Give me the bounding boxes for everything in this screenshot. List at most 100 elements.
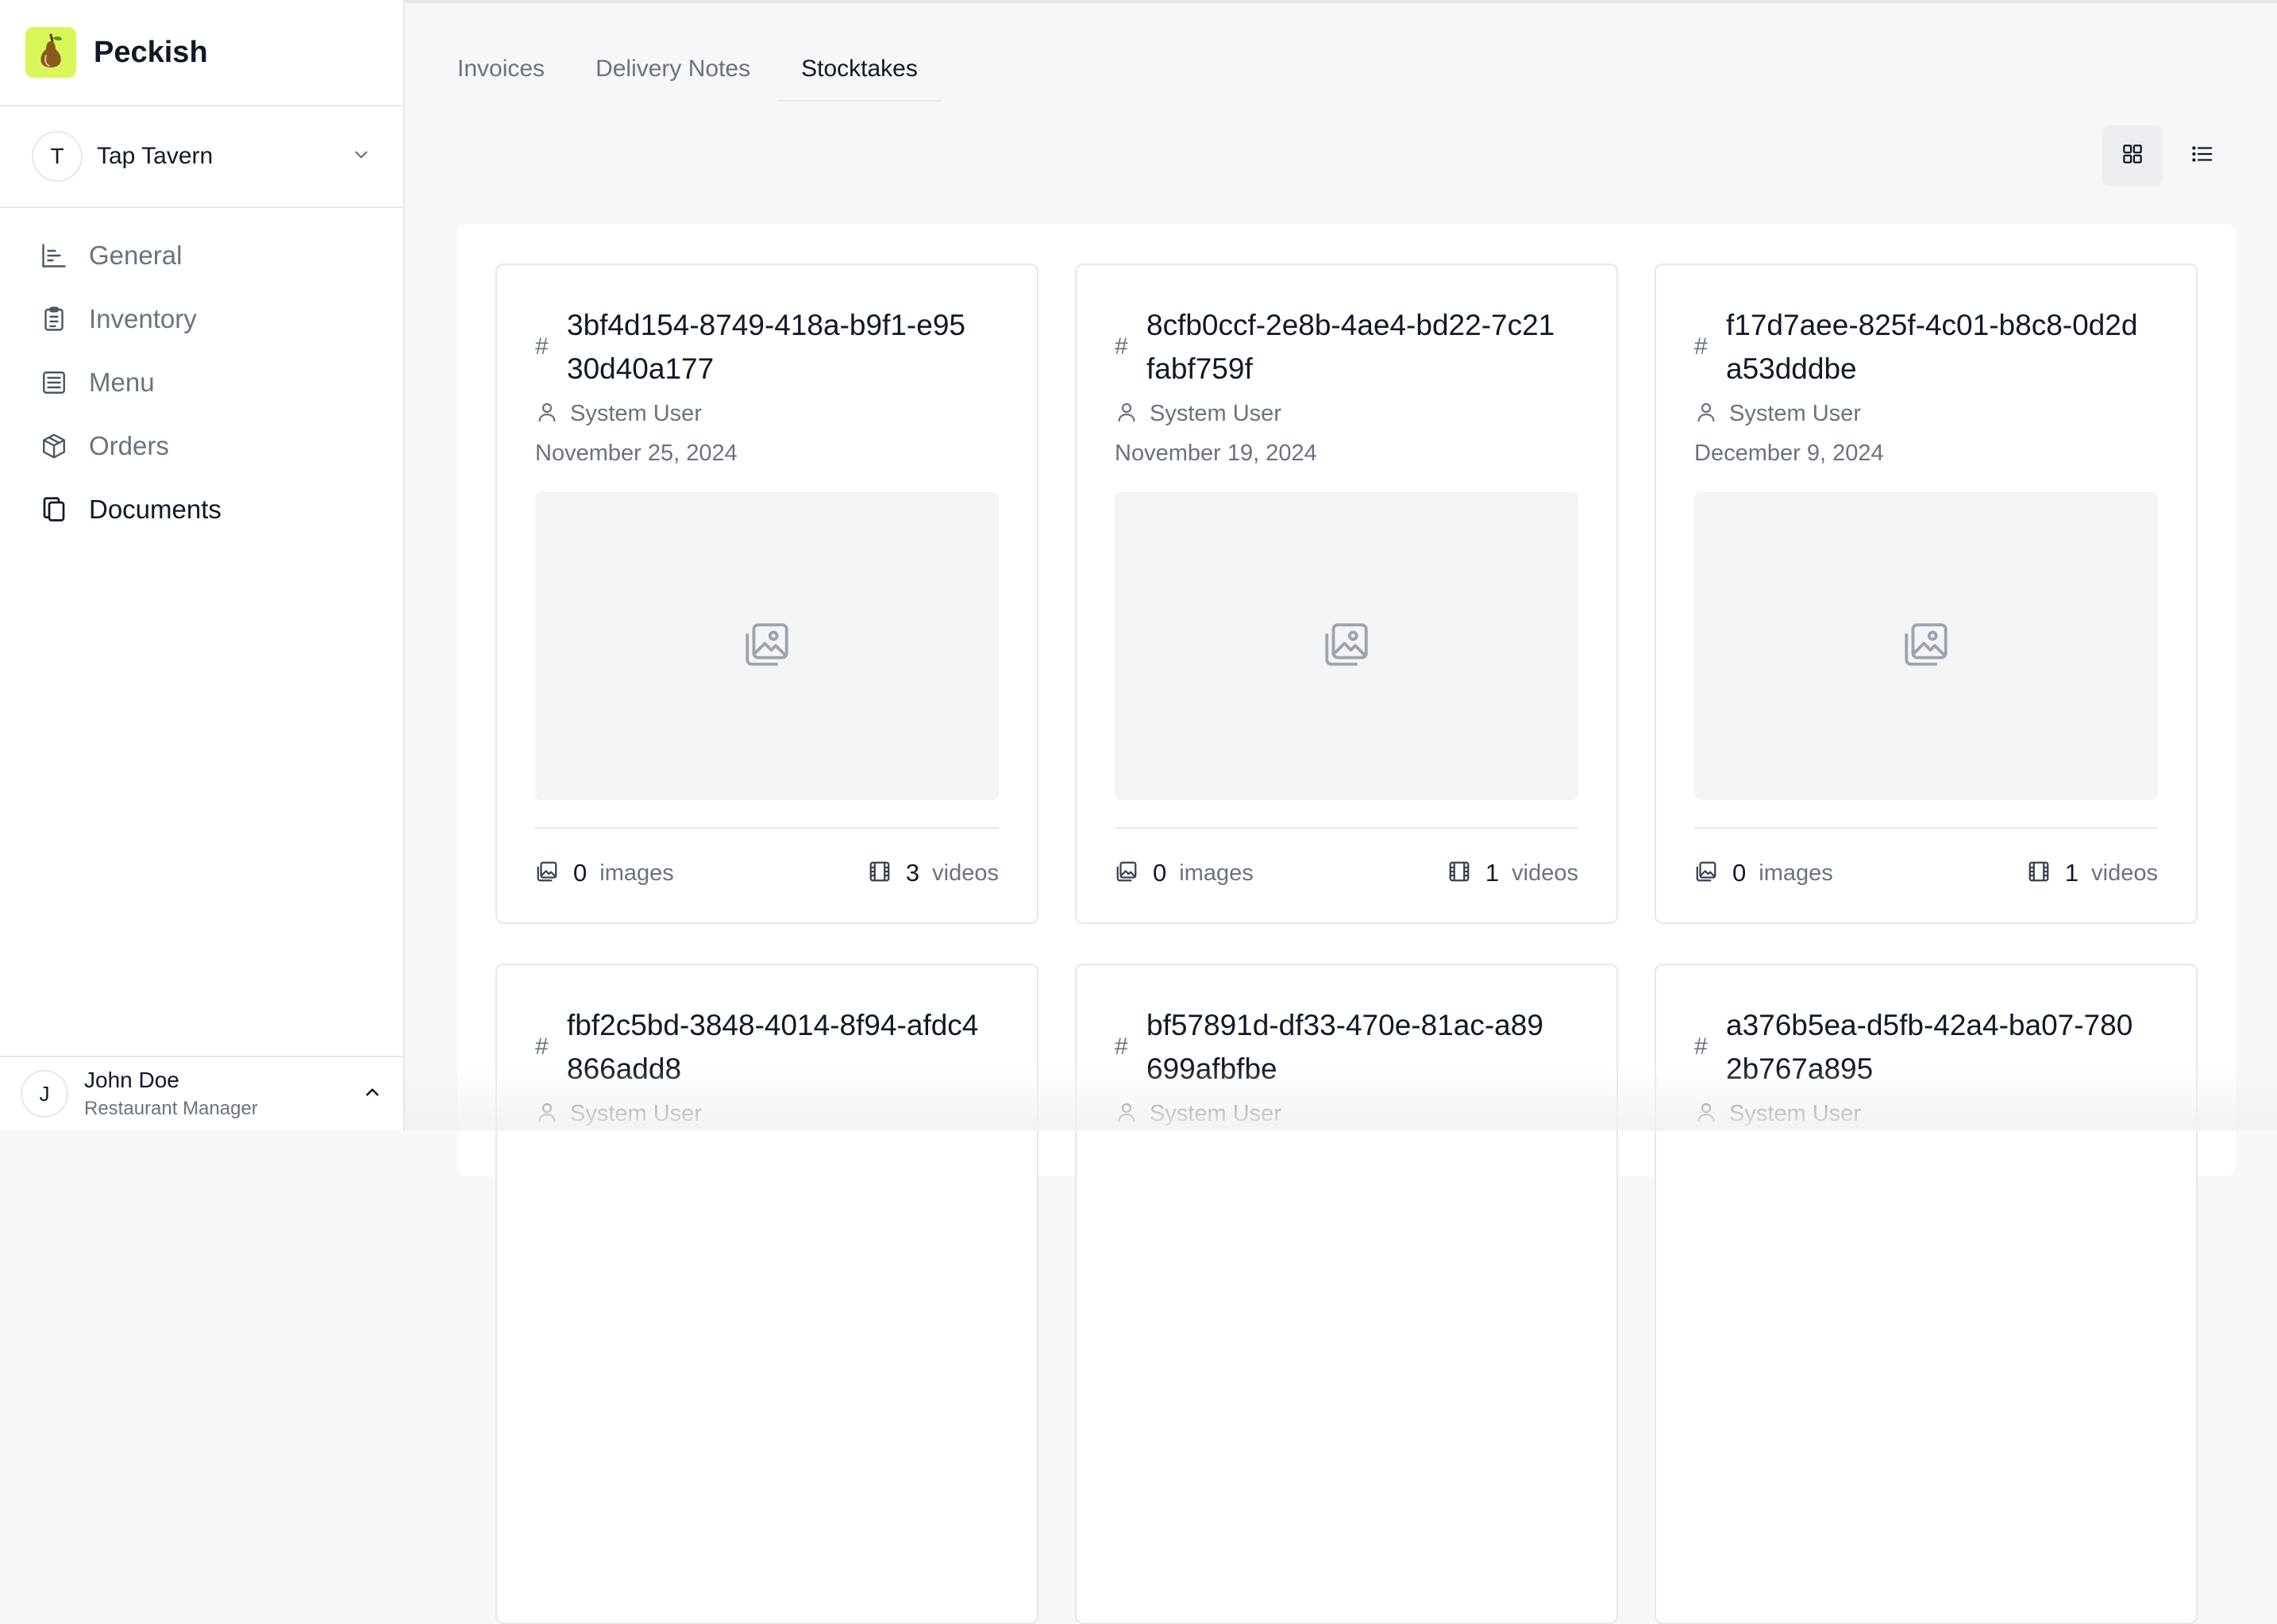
videos-label: videos bbox=[1512, 860, 1578, 886]
hash-icon: # bbox=[1694, 1033, 1708, 1060]
created-by: System User bbox=[570, 401, 702, 426]
stocktake-card[interactable]: # f17d7aee-825f-4c01-b8c8-0d2da53dddbe S… bbox=[1655, 264, 2198, 924]
images-count: 0 bbox=[1153, 859, 1167, 887]
stocktake-id: f17d7aee-825f-4c01-b8c8-0d2da53dddbe bbox=[1726, 309, 2138, 385]
images-stat: 0 images bbox=[535, 859, 674, 887]
hash-icon: # bbox=[535, 333, 549, 360]
sidebar-item-label: Documents bbox=[89, 495, 222, 524]
org-switcher[interactable]: T Tap Tavern bbox=[0, 106, 403, 208]
app-name: Peckish bbox=[94, 35, 208, 69]
film-icon bbox=[2027, 860, 2051, 887]
videos-stat: 1 videos bbox=[1447, 859, 1578, 887]
stocktake-id: a376b5ea-d5fb-42a4-ba07-7802b767a895 bbox=[1726, 1009, 2133, 1085]
image-placeholder-icon bbox=[1900, 618, 1952, 675]
view-toggle bbox=[2102, 125, 2233, 186]
chevron-down-icon bbox=[351, 144, 372, 169]
sidebar-nav: General Inventory Menu Orders Documents bbox=[0, 208, 403, 541]
tab-stocktakes[interactable]: Stocktakes bbox=[777, 56, 942, 102]
user-icon bbox=[1115, 400, 1138, 428]
stocktake-id: 3bf4d154-8749-418a-b9f1-e9530d40a177 bbox=[567, 309, 965, 385]
document-tabs: Invoices Delivery Notes Stocktakes bbox=[457, 56, 992, 102]
images-icon bbox=[1115, 860, 1138, 887]
image-placeholder-icon bbox=[1320, 618, 1373, 675]
sidebar-item-label: Menu bbox=[89, 368, 155, 397]
image-placeholder-icon bbox=[741, 618, 793, 675]
images-label: images bbox=[599, 860, 674, 886]
created-by: System User bbox=[1729, 1101, 1861, 1126]
film-icon bbox=[868, 860, 892, 887]
top-divider bbox=[405, 0, 2277, 3]
stocktake-id: fbf2c5bd-3848-4014-8f94-afdc4866add8 bbox=[567, 1009, 979, 1085]
hash-icon: # bbox=[1115, 333, 1128, 360]
videos-count: 1 bbox=[2064, 859, 2079, 887]
hash-icon: # bbox=[1115, 1033, 1128, 1060]
user-avatar: J bbox=[21, 1070, 68, 1118]
stocktake-date: December 9, 2024 bbox=[1694, 441, 1884, 466]
created-by: System User bbox=[1150, 401, 1281, 426]
list-icon bbox=[38, 367, 70, 398]
sidebar-item-general[interactable]: General bbox=[0, 224, 403, 287]
hash-icon: # bbox=[535, 1033, 549, 1060]
grid-icon bbox=[2121, 142, 2144, 170]
videos-label: videos bbox=[2091, 860, 2158, 886]
box-icon bbox=[38, 430, 70, 462]
org-avatar: T bbox=[32, 131, 83, 182]
list-view-button[interactable] bbox=[2172, 125, 2233, 186]
org-name: Tap Tavern bbox=[97, 143, 214, 169]
images-stat: 0 images bbox=[1115, 859, 1254, 887]
images-count: 0 bbox=[1732, 859, 1747, 887]
sidebar: Peckish T Tap Tavern General Inventory M… bbox=[0, 0, 405, 1130]
sidebar-item-documents[interactable]: Documents bbox=[0, 478, 403, 541]
images-icon bbox=[535, 860, 559, 887]
grid-view-button[interactable] bbox=[2102, 125, 2163, 186]
pear-logo-icon bbox=[25, 27, 76, 78]
thumbnail-placeholder bbox=[1694, 492, 2158, 800]
user-icon bbox=[535, 400, 559, 428]
user-icon bbox=[535, 1100, 559, 1128]
created-by: System User bbox=[1729, 401, 1861, 426]
sidebar-item-label: General bbox=[89, 241, 183, 270]
images-count: 0 bbox=[573, 859, 588, 887]
sidebar-item-orders[interactable]: Orders bbox=[0, 414, 403, 478]
user-icon bbox=[1115, 1100, 1138, 1128]
chart-icon bbox=[38, 240, 70, 271]
sidebar-item-menu[interactable]: Menu bbox=[0, 351, 403, 414]
videos-stat: 1 videos bbox=[2027, 859, 2158, 887]
stocktake-id: bf57891d-df33-470e-81ac-a89699afbfbe bbox=[1146, 1009, 1543, 1085]
images-icon bbox=[1694, 860, 1718, 887]
sidebar-item-inventory[interactable]: Inventory bbox=[0, 287, 403, 351]
videos-label: videos bbox=[932, 860, 999, 886]
film-icon bbox=[1447, 860, 1471, 887]
images-label: images bbox=[1759, 860, 1833, 886]
tab-delivery-notes[interactable]: Delivery Notes bbox=[595, 56, 750, 102]
stocktake-date: November 25, 2024 bbox=[535, 441, 738, 466]
sidebar-item-label: Inventory bbox=[89, 304, 197, 333]
user-icon bbox=[1694, 1100, 1718, 1128]
clipboard-icon bbox=[38, 303, 70, 335]
chevron-up-icon bbox=[362, 1082, 383, 1106]
videos-count: 3 bbox=[905, 859, 920, 887]
created-by: System User bbox=[570, 1101, 702, 1126]
videos-stat: 3 videos bbox=[868, 859, 999, 887]
stocktake-date: November 19, 2024 bbox=[1115, 441, 1317, 466]
tab-invoices[interactable]: Invoices bbox=[457, 56, 545, 102]
created-by: System User bbox=[1150, 1101, 1281, 1126]
user-icon bbox=[1694, 400, 1718, 428]
stocktake-card[interactable]: # bf57891d-df33-470e-81ac-a89699afbfbe S… bbox=[1075, 964, 1618, 1624]
copy-icon bbox=[38, 494, 70, 525]
user-name: John Doe bbox=[84, 1068, 179, 1092]
stocktake-card[interactable]: # 3bf4d154-8749-418a-b9f1-e9530d40a177 S… bbox=[495, 264, 1038, 924]
stocktake-id: 8cfb0ccf-2e8b-4ae4-bd22-7c21fabf759f bbox=[1146, 309, 1555, 385]
stocktake-card[interactable]: # fbf2c5bd-3848-4014-8f94-afdc4866add8 S… bbox=[495, 964, 1038, 1624]
hash-icon: # bbox=[1694, 333, 1708, 360]
user-role: Restaurant Manager bbox=[84, 1098, 258, 1119]
sidebar-item-label: Orders bbox=[89, 431, 169, 460]
images-stat: 0 images bbox=[1694, 859, 1833, 887]
thumbnail-placeholder bbox=[1115, 492, 1578, 800]
stocktake-card[interactable]: # a376b5ea-d5fb-42a4-ba07-7802b767a895 S… bbox=[1655, 964, 2198, 1624]
brand[interactable]: Peckish bbox=[0, 0, 403, 106]
images-label: images bbox=[1179, 860, 1254, 886]
stocktake-card[interactable]: # 8cfb0ccf-2e8b-4ae4-bd22-7c21fabf759f S… bbox=[1075, 264, 1618, 924]
user-menu[interactable]: J John Doe Restaurant Manager bbox=[0, 1056, 403, 1130]
videos-count: 1 bbox=[1485, 859, 1500, 887]
